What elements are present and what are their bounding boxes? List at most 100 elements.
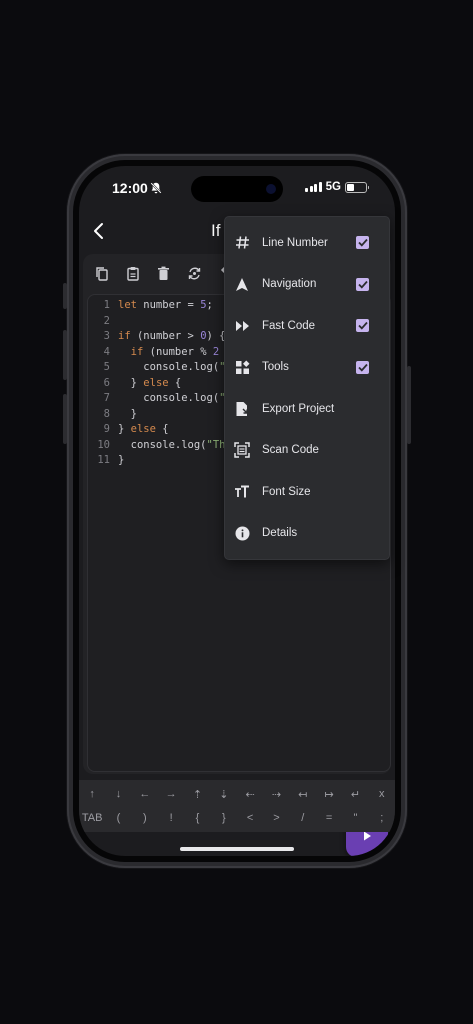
code-token: } (118, 376, 144, 389)
extra-key[interactable]: { (185, 812, 209, 824)
chevron-left-icon[interactable] (89, 220, 109, 242)
options-menu: Line Number Navigation Fast Code Tools Expor… (224, 216, 390, 560)
volume-up-button (63, 330, 67, 380)
menu-item-label: Export Project (262, 402, 335, 415)
extra-key[interactable]: ) (133, 812, 157, 824)
checkbox[interactable] (356, 277, 369, 291)
extra-key[interactable]: " (343, 812, 367, 824)
network-label: 5G (325, 181, 341, 193)
extra-key[interactable]: ( (106, 812, 130, 824)
extra-key[interactable]: ↑ (80, 788, 104, 801)
checkbox[interactable] (356, 236, 369, 250)
scan-icon (233, 441, 251, 459)
menu-item-tools[interactable]: Tools (225, 347, 389, 389)
code-token: ) { (206, 330, 226, 342)
home-indicator[interactable] (180, 847, 294, 851)
menu-item-label: Fast Code (262, 319, 316, 332)
extra-key[interactable]: ↵ (343, 788, 367, 801)
code-token: else (130, 423, 156, 435)
menu-item-label: Scan Code (262, 444, 319, 457)
code-line[interactable]: 7 console.log("The (88, 392, 245, 407)
menu-item-line-number[interactable]: Line Number (225, 222, 389, 264)
action-button (63, 283, 67, 309)
menu-item-label: Details (262, 527, 298, 540)
code-token: console.log( (118, 392, 220, 404)
bell-slash-icon (150, 182, 162, 194)
code-line[interactable]: 1 let number = 5; (88, 299, 213, 314)
camera-icon (266, 184, 276, 194)
extra-key[interactable]: = (317, 812, 341, 824)
code-line[interactable]: 2 (88, 315, 118, 330)
extra-key[interactable]: } (212, 812, 236, 824)
menu-item-scan-code[interactable]: Scan Code (225, 430, 389, 472)
signal-icon (305, 182, 322, 192)
extra-key[interactable]: ← (133, 788, 157, 801)
line-number: 2 (103, 314, 110, 327)
power-button (407, 366, 411, 444)
extra-key[interactable]: TAB (80, 812, 104, 824)
menu-item-font-size[interactable]: Font Size (225, 471, 389, 513)
menu-item-export-project[interactable]: Export Project (225, 388, 389, 430)
code-token: ; (206, 299, 213, 311)
line-number: 3 (103, 330, 110, 342)
extra-key[interactable]: ↓ (106, 788, 130, 801)
code-token: let (118, 299, 137, 311)
code-token: else (143, 376, 169, 389)
navigation-icon (233, 275, 251, 293)
extra-key[interactable]: ! (159, 812, 183, 824)
extra-key[interactable]: > (264, 812, 288, 824)
menu-item-label: Font Size (262, 485, 311, 498)
info-icon (233, 524, 251, 542)
code-token: { (168, 376, 182, 389)
code-token: console.log( (118, 438, 207, 451)
fast-forward-icon (233, 317, 251, 335)
extra-key[interactable]: x (370, 788, 394, 801)
checkbox[interactable] (356, 360, 369, 374)
copy-icon[interactable] (91, 264, 112, 282)
extra-key[interactable]: ⇡ (185, 788, 209, 801)
code-token: } (118, 454, 125, 466)
extra-keys-row-arrows: ↑ ↓ ← → ⇡ ⇣ ⇠ ⇢ ↤ ↦ ↵ x (79, 788, 395, 801)
line-number: 1 (103, 299, 110, 311)
delete-icon[interactable] (153, 264, 174, 282)
code-token: number = (136, 299, 201, 311)
check-icon (357, 322, 368, 330)
extra-key[interactable]: ↤ (291, 788, 315, 801)
widgets-icon (233, 358, 251, 376)
code-token: if (130, 345, 144, 358)
extra-key[interactable]: ; (370, 812, 394, 824)
code-line[interactable]: 3 if (number > 0) { (88, 330, 226, 345)
extra-key[interactable]: ⇢ (264, 788, 288, 801)
menu-item-label: Line Number (262, 236, 328, 249)
extra-key[interactable]: ⇣ (212, 788, 236, 801)
extra-key[interactable]: / (291, 812, 315, 824)
code-line[interactable]: 5 console.log("The (88, 361, 245, 376)
code-token: (number > (130, 330, 201, 342)
checkbox[interactable] (356, 319, 369, 333)
code-line[interactable]: 9} else { (88, 423, 169, 438)
code-line[interactable]: 10 console.log("The n (88, 439, 244, 454)
code-line[interactable]: 6 } else { (88, 376, 182, 392)
extra-key[interactable]: ↦ (317, 788, 341, 801)
line-number: 7 (103, 392, 110, 404)
check-icon (357, 239, 368, 247)
code-line[interactable]: 8 } (88, 408, 137, 423)
code-line[interactable]: 11} (88, 454, 124, 469)
code-token: console.log( (118, 361, 220, 373)
paste-icon[interactable] (122, 264, 143, 282)
line-number: 8 (103, 407, 110, 420)
extra-key[interactable]: → (159, 788, 183, 801)
page-title: If (211, 221, 221, 240)
extra-key[interactable]: ⇠ (238, 788, 262, 801)
editor-toolbar (91, 264, 236, 282)
code-token: } (118, 407, 137, 420)
menu-item-fast-code[interactable]: Fast Code (225, 305, 389, 347)
extra-key[interactable]: < (238, 812, 262, 824)
menu-item-navigation[interactable]: Navigation (225, 264, 389, 306)
format-icon[interactable] (184, 264, 205, 282)
hash-icon (233, 234, 251, 252)
menu-item-details[interactable]: Details (225, 513, 389, 555)
code-line[interactable]: 4 if (number % 2 === (88, 345, 245, 361)
dynamic-island (191, 176, 283, 202)
